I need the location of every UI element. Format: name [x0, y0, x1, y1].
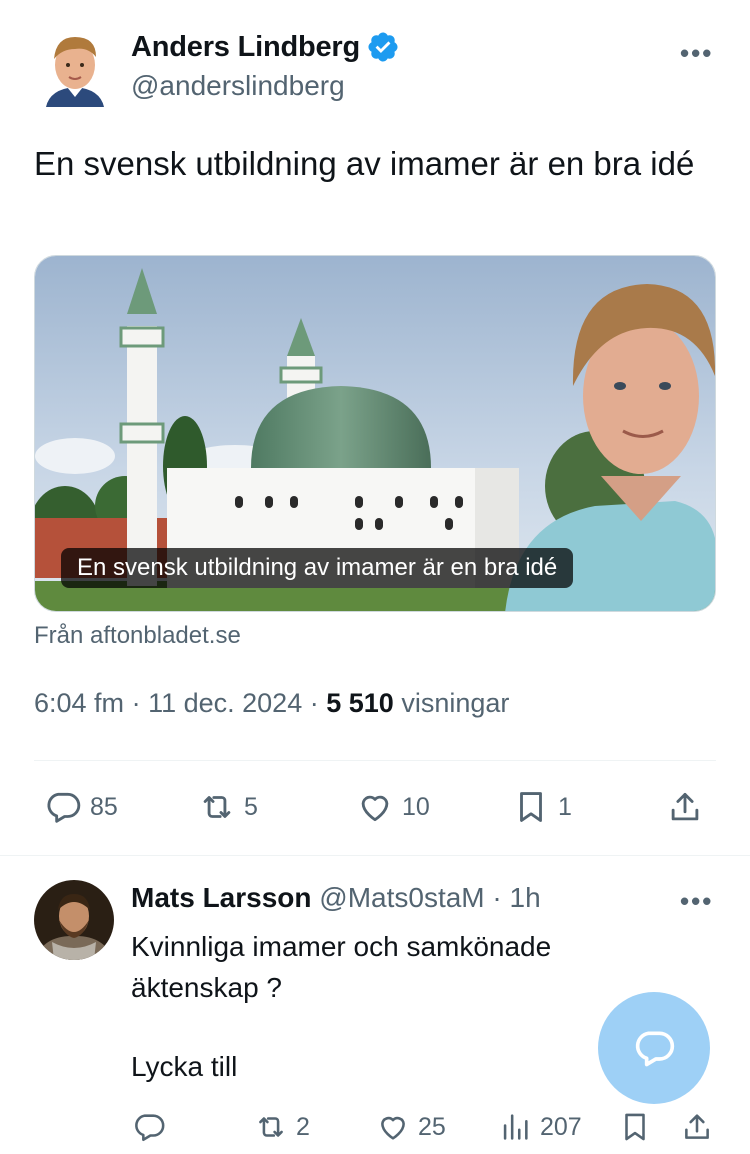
- like-button[interactable]: 25: [376, 1110, 446, 1144]
- tweet-date[interactable]: 11 dec. 2024: [148, 688, 302, 718]
- views-label: visningar: [401, 688, 510, 718]
- reply-author-name[interactable]: Mats Larsson: [131, 882, 312, 913]
- reply-text-line: Kvinnliga imamer och samkönade: [131, 931, 552, 962]
- repost-icon: [259, 1117, 283, 1137]
- compose-reply-button[interactable]: [598, 992, 710, 1104]
- bookmark-icon: [520, 792, 542, 822]
- share-icon: [671, 792, 699, 821]
- author-handle[interactable]: @anderslindberg: [131, 70, 345, 102]
- share-button[interactable]: [680, 1110, 714, 1144]
- repost-button[interactable]: 5: [198, 788, 258, 826]
- divider: [0, 855, 750, 856]
- more-options-icon[interactable]: •••: [680, 886, 713, 917]
- verified-badge-icon: [368, 32, 398, 62]
- author-name-row: Anders Lindberg: [131, 30, 400, 64]
- tweet-actions: 85 5 10 1: [0, 780, 750, 836]
- meta-separator: ·: [492, 882, 502, 913]
- bookmark-button[interactable]: 1: [512, 788, 572, 826]
- more-options-icon[interactable]: •••: [680, 38, 713, 69]
- reply-actions: 2 25 207: [0, 1106, 750, 1152]
- repost-button[interactable]: 2: [254, 1110, 310, 1144]
- share-button[interactable]: [666, 788, 704, 826]
- tweet-meta: 6:04 fm · 11 dec. 2024 · 5 510 visningar: [34, 688, 509, 719]
- like-button[interactable]: 10: [356, 788, 430, 826]
- meta-separator: ·: [131, 688, 141, 718]
- bookmark-icon: [625, 1113, 645, 1141]
- reply-icon: [135, 1114, 165, 1142]
- author-name[interactable]: Anders Lindberg: [131, 31, 360, 64]
- meta-separator: ·: [309, 688, 319, 718]
- like-count: 10: [402, 792, 430, 821]
- like-count: 25: [418, 1112, 446, 1141]
- reply-time[interactable]: 1h: [510, 882, 541, 913]
- bookmark-count: 1: [558, 792, 572, 821]
- reply-header: Mats Larsson @Mats0staM · 1h: [131, 882, 541, 914]
- views-button[interactable]: 207: [498, 1110, 582, 1144]
- views-count: 207: [540, 1112, 582, 1141]
- share-icon: [685, 1114, 709, 1139]
- tweet-text: En svensk utbildning av imamer är en bra…: [34, 145, 695, 182]
- reply-author-handle[interactable]: @Mats0staM: [319, 882, 484, 913]
- heart-icon: [361, 795, 389, 822]
- repost-count: 5: [244, 792, 258, 821]
- reply-count: 85: [90, 792, 118, 821]
- card-caption: En svensk utbildning av imamer är en bra…: [61, 548, 574, 588]
- reply-icon: [47, 792, 81, 823]
- reply-text-line: äktenskap ?: [131, 972, 282, 1003]
- bookmark-button[interactable]: [618, 1110, 652, 1144]
- divider: [34, 760, 716, 761]
- repost-count: 2: [296, 1112, 310, 1141]
- reply-button[interactable]: [132, 1110, 166, 1144]
- heart-icon: [381, 1116, 405, 1140]
- views-icon: [503, 1114, 528, 1140]
- tweet-time[interactable]: 6:04 fm: [34, 688, 124, 718]
- link-card[interactable]: En svensk utbildning av imamer är en bra…: [34, 255, 716, 612]
- compose-reply-icon: [635, 1031, 675, 1067]
- card-source[interactable]: Från aftonbladet.se: [34, 622, 241, 650]
- views-count: 5 510: [326, 688, 394, 718]
- author-avatar[interactable]: [42, 27, 108, 107]
- repost-icon: [203, 796, 231, 818]
- reply-button[interactable]: 85: [44, 788, 118, 826]
- reply-author-avatar[interactable]: [34, 880, 114, 960]
